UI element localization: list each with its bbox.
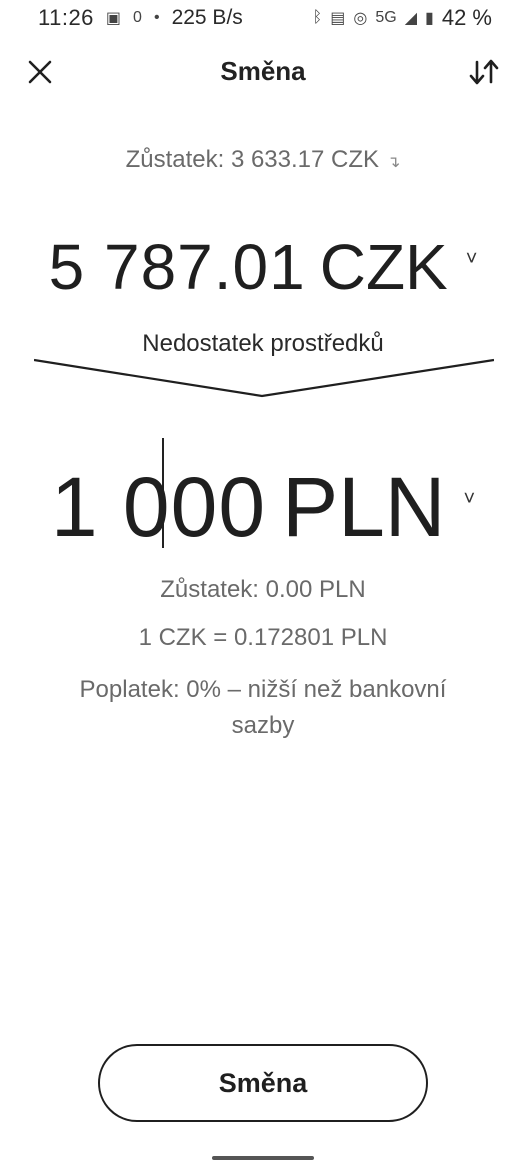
- from-amount-input[interactable]: 5 787.01: [49, 230, 306, 304]
- home-indicator[interactable]: [212, 1156, 314, 1160]
- status-bar: 11:26 ▣ 0 • 225 B/s ᛒ ▤ ◎ 5G ◢ ▮ 42 %: [0, 0, 526, 36]
- status-right: ᛒ ▤ ◎ 5G ◢ ▮ 42 %: [313, 5, 492, 31]
- to-amount-input[interactable]: 1 000: [51, 459, 266, 556]
- to-currency-selector[interactable]: PLN: [282, 459, 445, 556]
- image-notification-icon: ▣: [105, 10, 122, 27]
- page-title: Směna: [220, 56, 306, 86]
- network-speed: 225 B/s: [171, 6, 243, 29]
- from-balance[interactable]: Zůstatek: 3 633.17 CZK ↴: [0, 146, 526, 174]
- swap-arrows-icon: [469, 59, 499, 85]
- signal-icon: ◢: [404, 10, 418, 27]
- to-balance: Zůstatek: 0.00 PLN: [160, 576, 366, 603]
- dot-icon: •: [153, 9, 160, 26]
- from-amount-row[interactable]: 5 787.01 CZK ˅: [0, 222, 526, 312]
- insufficient-funds-warning: Nedostatek prostředků: [142, 330, 384, 357]
- bluetooth-icon: ᛒ: [312, 9, 323, 26]
- fill-balance-icon[interactable]: ↴: [387, 154, 400, 171]
- hotspot-icon: ◎: [353, 10, 368, 27]
- fee-info: Poplatek: 0% – nižší než bankovní sazby: [79, 676, 447, 739]
- chevron-down-icon[interactable]: ˅: [463, 488, 475, 511]
- notification-count: 0: [133, 9, 142, 26]
- network-type: 5G: [375, 9, 397, 26]
- top-bar: Směna: [0, 46, 526, 102]
- chevron-down-icon[interactable]: ˅: [466, 248, 478, 271]
- divider-arrow: [34, 358, 494, 398]
- swap-currencies-button[interactable]: [464, 52, 504, 92]
- status-left: 11:26 ▣ 0 • 225 B/s: [38, 5, 243, 31]
- exchange-button[interactable]: Směna: [98, 1044, 428, 1122]
- from-balance-text: Zůstatek: 3 633.17 CZK: [125, 146, 380, 173]
- status-time: 11:26: [38, 5, 94, 30]
- from-currency-selector[interactable]: CZK: [320, 230, 448, 304]
- to-amount-row[interactable]: 1 000 PLN ˅: [0, 452, 526, 562]
- battery-icon: ▮: [425, 10, 434, 27]
- exchange-rate: 1 CZK = 0.172801 PLN: [138, 624, 388, 651]
- battery-text: 42 %: [441, 5, 492, 30]
- nfc-icon: ▤: [330, 10, 346, 27]
